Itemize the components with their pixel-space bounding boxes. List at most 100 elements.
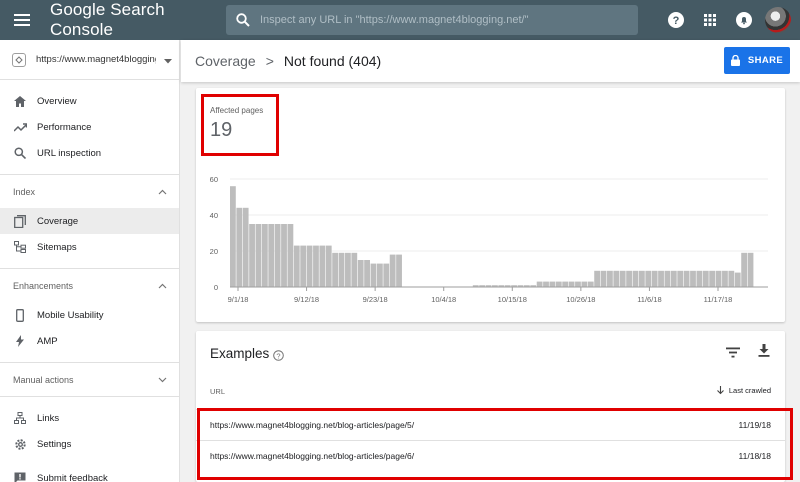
search-input[interactable] <box>260 14 630 26</box>
chart-bar[interactable] <box>683 270 690 287</box>
column-header-last-crawled[interactable]: Last crawled <box>717 386 771 395</box>
chart-bar[interactable] <box>345 252 351 287</box>
chart-bar[interactable] <box>709 270 716 287</box>
chart-bar[interactable] <box>396 254 402 287</box>
sidebar-item-overview[interactable]: Overview <box>0 88 179 114</box>
sidebar-item-settings[interactable]: Settings <box>0 431 179 457</box>
section-label: Manual actions <box>13 374 74 385</box>
chart-bar[interactable] <box>741 252 748 287</box>
chart-bar[interactable] <box>715 270 722 287</box>
menu-icon <box>14 14 30 26</box>
chart-bar[interactable] <box>670 270 677 287</box>
chart-bar[interactable] <box>664 270 671 287</box>
sidebar-item-mobile-usability[interactable]: Mobile Usability <box>0 302 179 328</box>
help-outline-icon[interactable]: ? <box>273 348 284 366</box>
chart-bar[interactable] <box>562 281 569 287</box>
sidebar-item-performance[interactable]: Performance <box>0 114 179 140</box>
chart-bar[interactable] <box>677 270 684 287</box>
chart-bar[interactable] <box>722 270 728 287</box>
chart-bar[interactable] <box>568 281 575 287</box>
chart-bar[interactable] <box>632 270 639 287</box>
chart-bar[interactable] <box>293 245 300 287</box>
chevron-up-icon <box>158 281 167 291</box>
chart-bar[interactable] <box>236 207 243 287</box>
property-selector[interactable]: https://www.magnet4blogging... <box>0 40 179 80</box>
sidebar-item-label: Settings <box>37 438 72 450</box>
chart-bar[interactable] <box>658 270 664 287</box>
share-button[interactable]: SHARE <box>724 47 790 74</box>
chart-bar[interactable] <box>626 270 632 287</box>
chart-bar[interactable] <box>274 224 281 287</box>
chart-bar[interactable] <box>319 245 326 287</box>
chart-bar[interactable] <box>747 252 754 287</box>
chart-bar[interactable] <box>376 263 383 287</box>
chart-bar[interactable] <box>249 224 255 287</box>
chart-bar[interactable] <box>555 281 562 287</box>
sidebar-item-label: AMP <box>37 335 58 347</box>
chart-bar[interactable] <box>543 281 549 287</box>
download-icon[interactable] <box>758 344 770 362</box>
chart-bar[interactable] <box>357 260 364 287</box>
section-manual-actions[interactable]: Manual actions <box>0 362 179 396</box>
chart-bar[interactable] <box>351 252 358 287</box>
chart-bar[interactable] <box>645 270 652 287</box>
home-icon <box>13 94 27 108</box>
share-label: SHARE <box>747 55 784 66</box>
chart-bar[interactable] <box>594 270 601 287</box>
breadcrumb-coverage[interactable]: Coverage <box>195 53 256 69</box>
section-enhancements[interactable]: Enhancements <box>0 268 179 302</box>
chart-bar[interactable] <box>696 270 703 287</box>
chart-bar[interactable] <box>607 270 613 287</box>
chart-bar[interactable] <box>338 252 345 287</box>
sidebar-item-submit-feedback[interactable]: Submit feedback <box>0 465 179 482</box>
chart-bar[interactable] <box>575 281 581 287</box>
chart-bar[interactable] <box>638 270 645 287</box>
filter-icon[interactable] <box>726 345 740 363</box>
page-header: Coverage > Not found (404) SHARE <box>181 40 800 82</box>
chart-bar[interactable] <box>619 270 626 287</box>
chart-bar[interactable] <box>734 272 741 287</box>
chart-bar[interactable] <box>325 245 332 287</box>
bolt-icon <box>13 334 27 348</box>
url-inspect-search[interactable] <box>226 5 638 35</box>
chart-bar[interactable] <box>549 281 556 287</box>
page-title: Not found (404) <box>283 53 382 69</box>
chart-bar[interactable] <box>728 270 735 287</box>
notifications-button[interactable] <box>730 6 758 34</box>
sidebar-item-sitemaps[interactable]: Sitemaps <box>0 234 179 260</box>
chart-bar[interactable] <box>364 260 370 287</box>
chart-bar[interactable] <box>255 224 262 287</box>
chart-bar[interactable] <box>230 186 236 287</box>
chart-bar[interactable] <box>268 224 275 287</box>
chart-bar[interactable] <box>600 270 607 287</box>
section-index[interactable]: Index <box>0 174 179 208</box>
sidebar-item-url-inspection[interactable]: URL inspection <box>0 140 179 166</box>
sidebar-item-links[interactable]: Links <box>0 405 179 431</box>
chart-bar[interactable] <box>287 224 294 287</box>
chart-bar[interactable] <box>332 252 339 287</box>
chart-bar[interactable] <box>313 245 319 287</box>
chart-bar[interactable] <box>261 224 268 287</box>
account-button[interactable] <box>764 6 792 34</box>
sidebar-item-coverage[interactable]: Coverage <box>0 208 179 234</box>
help-button[interactable]: ? <box>662 6 690 34</box>
x-tick-label: 9/23/18 <box>363 295 388 304</box>
chart-bar[interactable] <box>242 207 249 287</box>
chart-bar[interactable] <box>281 224 287 287</box>
chart-bar[interactable] <box>536 281 543 287</box>
chart-bar[interactable] <box>651 270 658 287</box>
chart-bar[interactable] <box>581 281 588 287</box>
chart-bar[interactable] <box>702 270 709 287</box>
chart-bar[interactable] <box>690 270 696 287</box>
chart-bar[interactable] <box>389 254 396 287</box>
menu-button[interactable] <box>2 0 42 40</box>
apps-button[interactable] <box>696 6 724 34</box>
sidebar-item-amp[interactable]: AMP <box>0 328 179 354</box>
chart-bar[interactable] <box>300 245 307 287</box>
chart-bar[interactable] <box>383 263 390 287</box>
chart-bar[interactable] <box>306 245 313 287</box>
coverage-chart-card: Affected pages 19 60 40 20 0 9/1/18 9/12/18 9/… <box>196 88 785 322</box>
chart-bar[interactable] <box>370 263 377 287</box>
chart-bar[interactable] <box>613 270 620 287</box>
chart-bar[interactable] <box>587 281 594 287</box>
